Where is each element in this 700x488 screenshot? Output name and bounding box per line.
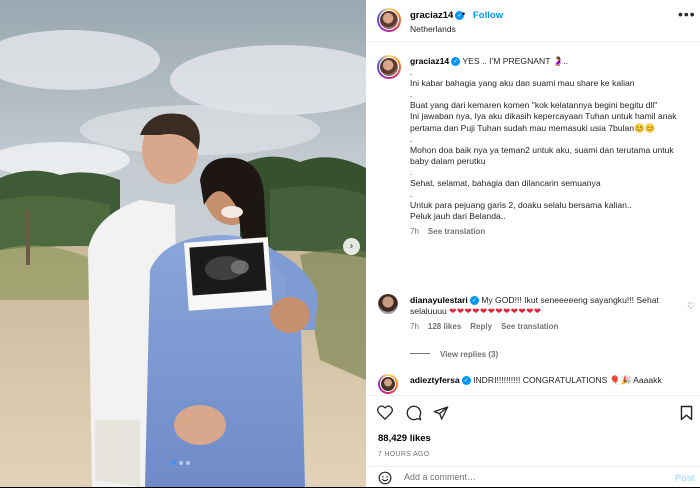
caption-line: . (410, 133, 413, 144)
comment-text: INDRI!!!!!!!!!! CONGRATULATIONS 🎈🎉 Aaaak… (473, 375, 662, 385)
photo-illustration (0, 0, 366, 487)
caption-line: Buat yang dari kemaren komen "kok kelata… (410, 100, 658, 111)
post-time-ago: 7 HOURS AGO (378, 451, 430, 458)
caption-line: Ini jawaban nya, Iya aku dikasih keperca… (410, 111, 679, 133)
commenter-username[interactable]: dianayulestari (410, 295, 468, 305)
author-avatar[interactable] (377, 8, 401, 32)
caption-time[interactable]: 7h (410, 227, 419, 236)
follow-button[interactable]: Follow (473, 10, 503, 21)
commenter-avatar[interactable] (378, 374, 398, 394)
post-photo[interactable]: › (0, 0, 366, 487)
comment-body: adieztyfersa ✓ INDRI!!!!!!!!!! CONGRATULA… (410, 375, 678, 386)
separator-dot: • (462, 9, 466, 19)
carousel-dot (179, 461, 183, 465)
caption-line: . (410, 89, 413, 100)
caption-line: Untuk para pejuang garis 2, doaku selalu… (410, 200, 632, 211)
reply-divider (410, 353, 430, 354)
caption-line: . (410, 189, 413, 200)
comment-input[interactable] (404, 472, 654, 482)
see-translation-link[interactable]: See translation (428, 227, 485, 236)
caption-line: Ini kabar bahagia yang aku dan suami mau… (410, 78, 635, 89)
like-comment-heart-icon[interactable]: ♡ (687, 301, 695, 312)
view-replies-label[interactable]: View replies (3) (440, 350, 498, 359)
comment-likes[interactable]: 128 likes (428, 322, 461, 331)
caption-line: . (410, 67, 413, 78)
post-location[interactable]: Netherlands (410, 24, 456, 34)
caption-line: . (410, 166, 413, 177)
comments-section[interactable]: graciaz14 ✓ YES .. I'M PREGNANT 🤰.. . Ini… (366, 43, 700, 395)
comment-body: dianayulestari ✓ My GOD!!! Ikut seneeeeen… (410, 295, 678, 332)
more-options-icon[interactable]: ••• (678, 6, 696, 22)
author-username-text[interactable]: graciaz14 (410, 10, 453, 21)
share-paper-plane-icon[interactable] (433, 405, 449, 421)
commenter-username[interactable]: adieztyfersa (410, 375, 460, 385)
caption-author-avatar[interactable] (377, 55, 401, 79)
post-header: graciaz14 ✓ • Follow Netherlands ••• (366, 0, 700, 42)
comment-time[interactable]: 7h (410, 322, 419, 331)
caption-line: Mohon doa baik nya ya teman2 untuk aku, … (410, 144, 677, 166)
see-translation-link[interactable]: See translation (501, 322, 558, 331)
instagram-post-modal: › graciaz14 ✓ • Follow Netherlands ••• gr… (0, 0, 700, 487)
emoji-smiley-icon[interactable] (378, 471, 392, 485)
post-actions: 88,429 likes 7 HOURS AGO Post (366, 395, 700, 487)
save-bookmark-icon[interactable] (680, 405, 693, 421)
comment-bubble-icon[interactable] (406, 405, 422, 421)
add-comment-bar: Post (366, 466, 700, 488)
likes-count[interactable]: 88,429 likes (378, 433, 431, 444)
commenter-avatar[interactable] (378, 294, 398, 314)
comment-meta: 7h 128 likes Reply See translation (410, 321, 678, 332)
verified-badge-icon: ✓ (451, 57, 461, 66)
verified-badge-icon: ✓ (461, 376, 471, 385)
next-photo-button[interactable]: › (343, 238, 360, 255)
verified-badge-icon: ✓ (469, 296, 479, 305)
post-comment-button[interactable]: Post (675, 473, 695, 483)
caption-line: Peluk jauh dari Belanda.. (410, 211, 506, 222)
reply-button[interactable]: Reply (470, 322, 492, 331)
caption-line: Sehat, selamat, bahagia dan dilancarin s… (410, 178, 601, 189)
carousel-dots (172, 461, 190, 465)
post-side-panel: graciaz14 ✓ • Follow Netherlands ••• grac… (366, 0, 700, 487)
like-heart-icon[interactable] (377, 405, 393, 420)
caption-username[interactable]: graciaz14 (410, 56, 449, 66)
caption-text: graciaz14 ✓ YES .. I'M PREGNANT 🤰.. . Ini… (410, 56, 680, 238)
caption-line: YES .. I'M PREGNANT 🤰.. (462, 56, 569, 66)
carousel-dot (186, 461, 190, 465)
caption-meta: 7h See translation (410, 226, 680, 237)
view-replies-button[interactable]: View replies (3) (410, 350, 498, 359)
comment-hearts: ❤❤❤❤❤❤❤❤❤❤❤❤ (449, 306, 542, 317)
author-username[interactable]: graciaz14 ✓ (410, 10, 465, 21)
carousel-dot-active (172, 461, 176, 465)
